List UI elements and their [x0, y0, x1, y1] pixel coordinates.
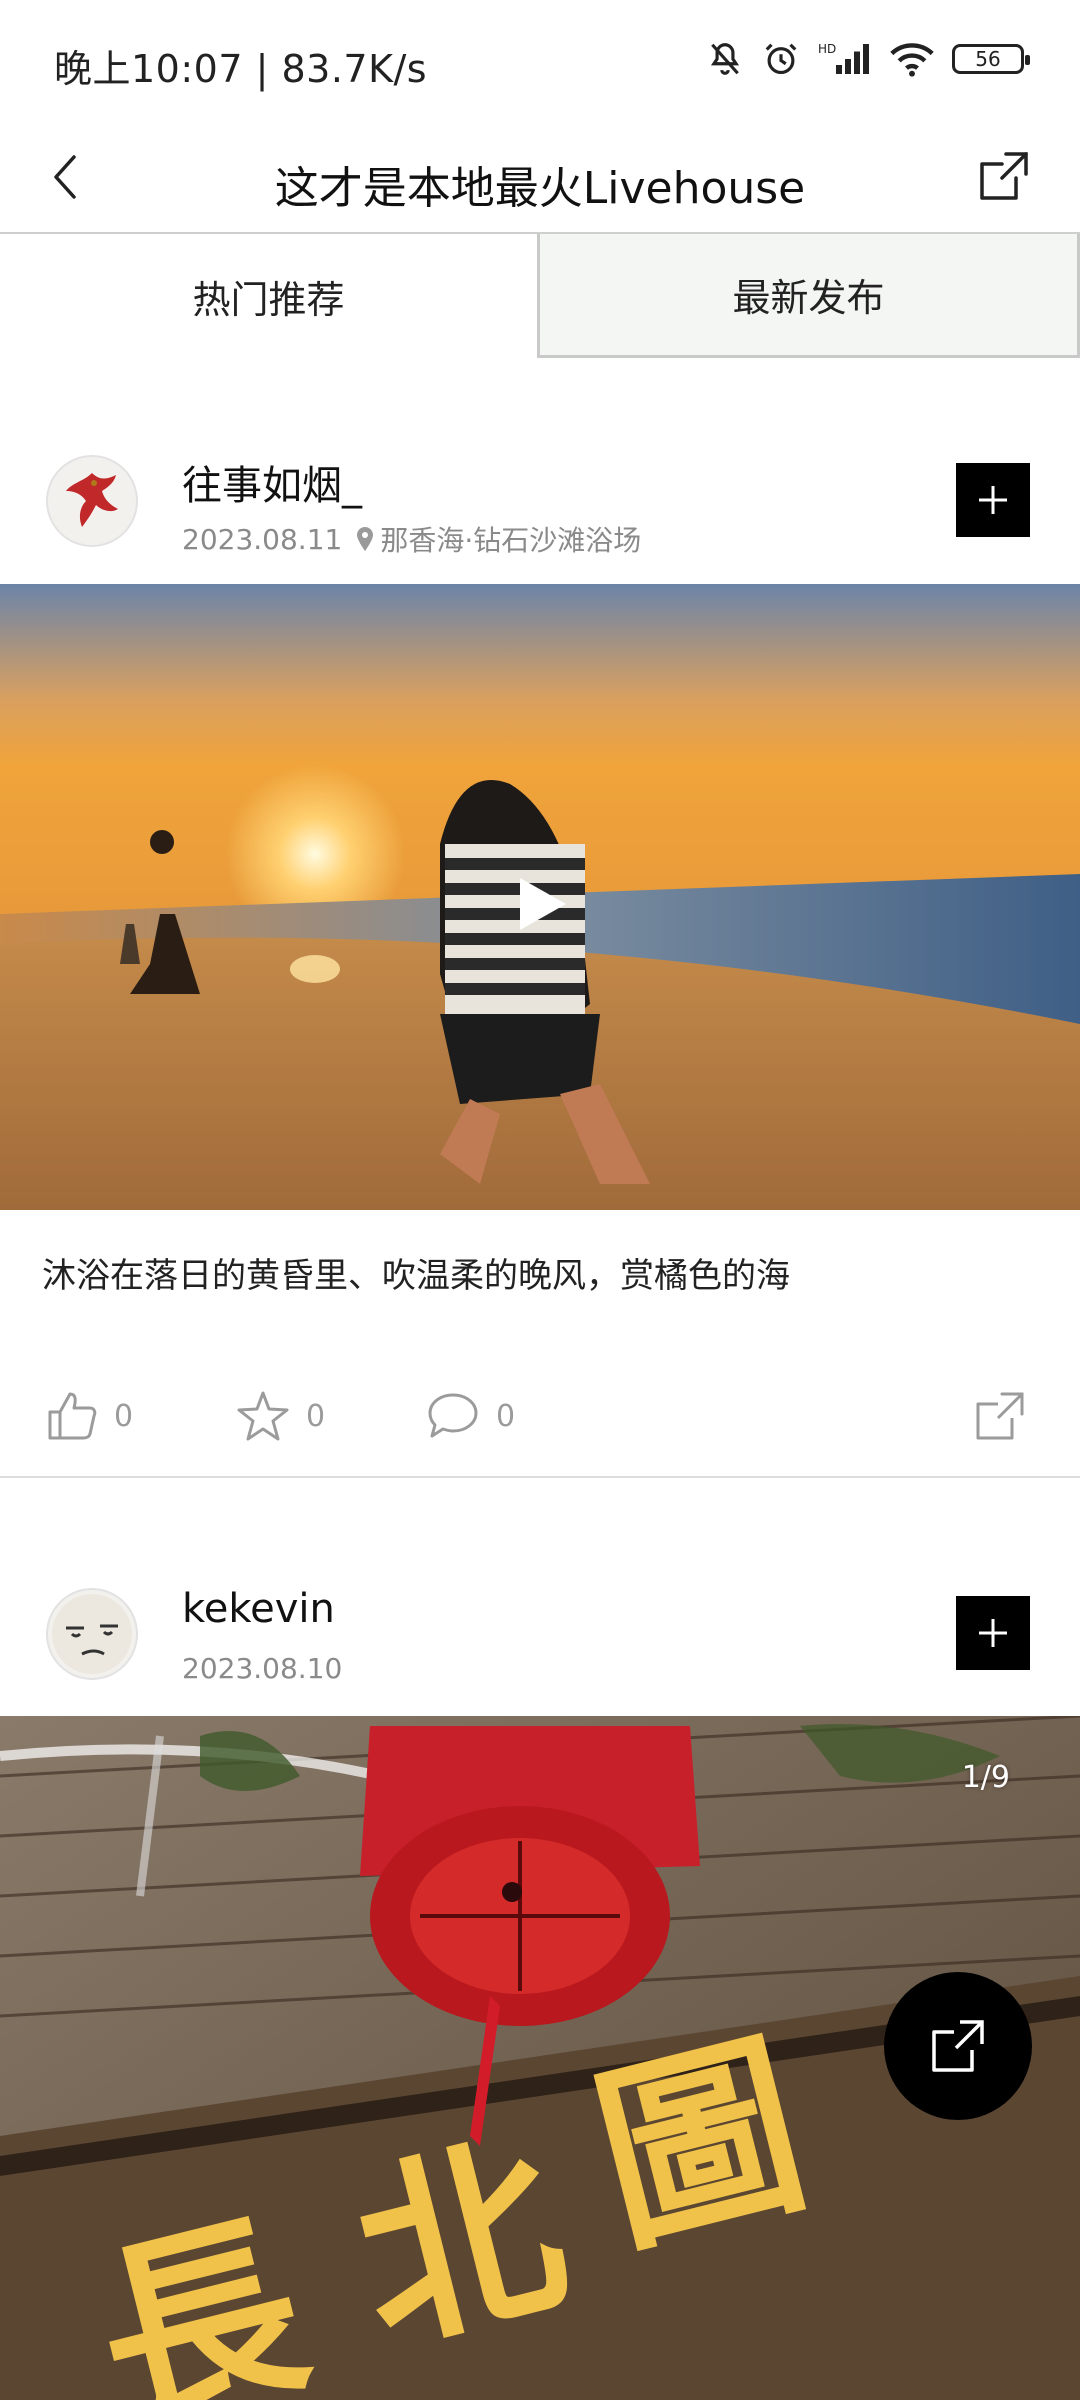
- location-tag[interactable]: 那香海·钻石沙滩浴场: [356, 519, 641, 559]
- cartoon-face-avatar-icon: [52, 1594, 132, 1674]
- location-text: 那香海·钻石沙滩浴场: [380, 524, 642, 557]
- avatar[interactable]: [46, 455, 138, 547]
- post-header: 往事如烟_ 2023.08.11 那香海·钻石沙滩浴场: [0, 425, 1080, 575]
- username[interactable]: 往事如烟_: [182, 453, 362, 511]
- follow-button[interactable]: [956, 1596, 1030, 1670]
- username[interactable]: kekevin: [182, 1586, 335, 1632]
- status-bar: 晚上10:07 | 83.7K/s HD 56: [0, 0, 1080, 128]
- battery-level: 56: [975, 47, 1001, 71]
- post-meta: 2023.08.11 那香海·钻石沙滩浴场: [182, 519, 641, 559]
- star-icon: [237, 1391, 289, 1441]
- status-time-network: 晚上10:07 | 83.7K/s: [54, 47, 428, 91]
- location-pin-icon: [357, 527, 374, 551]
- thumbs-up-icon: [48, 1392, 97, 1440]
- share-icon: [980, 152, 1028, 200]
- image-counter: 1/9: [961, 1760, 1010, 1795]
- follow-button[interactable]: [956, 463, 1030, 537]
- hd-signal-icon: HD: [818, 40, 872, 78]
- avatar[interactable]: [46, 1588, 138, 1680]
- like-button[interactable]: 0: [46, 1390, 133, 1442]
- status-icons: HD 56: [706, 40, 1030, 78]
- post-video[interactable]: [0, 584, 1080, 1210]
- comment-bubble-icon: [428, 1393, 478, 1438]
- post-meta: 2023.08.10: [182, 1652, 342, 1685]
- tab-bar: 热门推荐 最新发布: [0, 232, 1080, 358]
- plus-icon: [979, 1619, 1007, 1647]
- bell-muted-icon: [706, 40, 744, 78]
- post-header: kekevin 2023.08.10: [0, 1558, 1080, 1708]
- share-icon: [976, 1392, 1024, 1440]
- wifi-icon: [890, 40, 934, 78]
- post-share-button[interactable]: [974, 1390, 1026, 1442]
- favorite-count: 0: [306, 1398, 326, 1434]
- post-date: 2023.08.11: [182, 522, 343, 556]
- battery-icon: 56: [952, 44, 1030, 74]
- plus-icon: [979, 486, 1007, 514]
- tab-hot[interactable]: 热门推荐: [0, 234, 537, 358]
- post-caption: 沐浴在落日的黄昏里、吹温柔的晚风，赏橘色的海: [42, 1256, 790, 1296]
- post-divider: [0, 1476, 1080, 1478]
- post-date: 2023.08.10: [182, 1652, 343, 1685]
- favorite-button[interactable]: 0: [236, 1390, 325, 1442]
- compose-button[interactable]: [884, 1972, 1032, 2120]
- edit-icon: [932, 2020, 984, 2072]
- play-icon[interactable]: [516, 874, 570, 934]
- comment-button[interactable]: 0: [426, 1390, 515, 1442]
- phoenix-avatar-icon: [66, 473, 118, 527]
- post-actions: 0 0 0: [0, 1380, 1080, 1460]
- page-title: 这才是本地最火Livehouse: [274, 163, 806, 214]
- comment-count: 0: [496, 1398, 516, 1434]
- share-button[interactable]: [964, 136, 1044, 216]
- alarm-icon: [762, 40, 800, 78]
- like-count: 0: [114, 1398, 134, 1434]
- top-app-bar: 这才是本地最火Livehouse: [0, 128, 1080, 232]
- svg-text:HD: HD: [818, 42, 836, 56]
- tab-latest[interactable]: 最新发布: [537, 234, 1080, 358]
